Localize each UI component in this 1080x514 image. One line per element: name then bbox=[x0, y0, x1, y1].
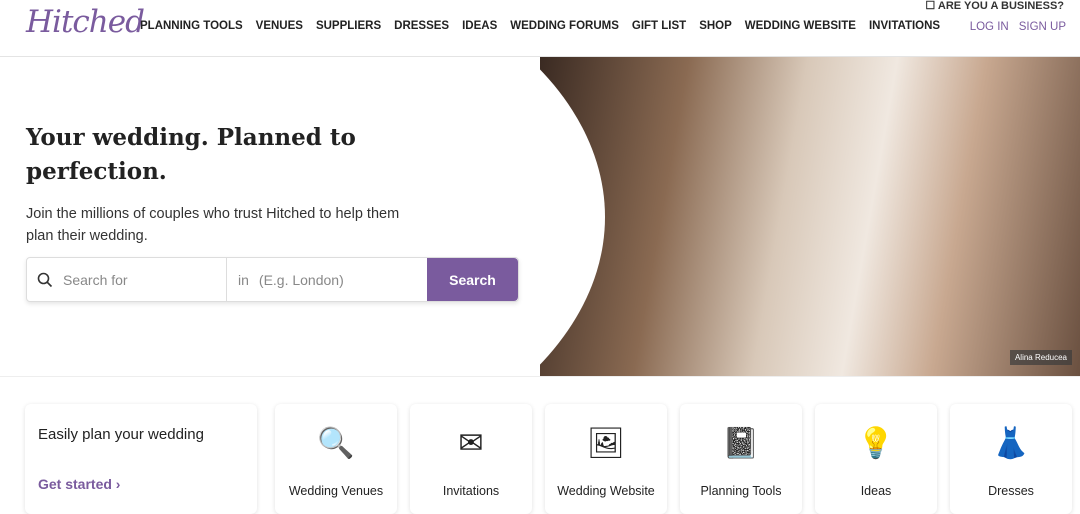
plan-title: Easily plan your wedding bbox=[38, 426, 204, 443]
card-label: Dresses bbox=[988, 484, 1034, 498]
location-prefix: in bbox=[238, 271, 249, 288]
business-link[interactable]: ☐ ARE YOU A BUSINESS? bbox=[925, 0, 1064, 12]
location-placeholder: (E.g. London) bbox=[258, 271, 344, 288]
card-label: Wedding Venues bbox=[288, 484, 384, 498]
magnifier-icon: 🔍 bbox=[317, 427, 355, 460]
card-label: Ideas bbox=[860, 484, 892, 498]
search-placeholder: Search for bbox=[63, 271, 128, 288]
login-link[interactable]: LOG IN bbox=[970, 21, 1009, 33]
search-icon bbox=[37, 272, 53, 287]
nav-shop[interactable]: SHOP bbox=[699, 20, 732, 32]
card-dresses[interactable]: 👗 Dresses bbox=[950, 404, 1072, 514]
category-cards: Easily plan your wedding Get started › 🔍… bbox=[25, 404, 1072, 514]
nav-wedding-website[interactable]: WEDDING WEBSITE bbox=[745, 20, 856, 32]
lightbulb-icon: 💡 bbox=[857, 427, 895, 460]
notebook-icon: 📓 bbox=[722, 427, 760, 460]
nav-gift-list[interactable]: GIFT LIST bbox=[632, 20, 686, 32]
card-wedding-website[interactable]: 🖼 Wedding Website bbox=[545, 404, 667, 514]
nav-venues[interactable]: VENUES bbox=[256, 20, 303, 32]
card-label: Invitations bbox=[442, 484, 500, 498]
hero-title: Your wedding. Planned to perfection. bbox=[26, 124, 356, 185]
photo-credit: Alina Reducea bbox=[1009, 350, 1072, 365]
card-invitations[interactable]: ✉ Invitations bbox=[410, 404, 532, 514]
nav-suppliers[interactable]: SUPPLIERS bbox=[316, 20, 381, 32]
card-planning-tools[interactable]: 📓 Planning Tools bbox=[680, 404, 802, 514]
nav-wedding-forums[interactable]: WEDDING FORUMS bbox=[510, 20, 619, 32]
search-bar: Search for in (E.g. London) Search bbox=[26, 257, 519, 302]
plan-card[interactable]: Easily plan your wedding Get started › bbox=[25, 404, 257, 514]
nav-ideas[interactable]: IDEAS bbox=[462, 20, 497, 32]
hero: Alina Reducea Your wedding. Planned to p… bbox=[0, 57, 1080, 377]
website-icon: 🖼 bbox=[586, 427, 626, 460]
hero-subtitle: Join the millions of couples who trust H… bbox=[26, 206, 400, 244]
card-ideas[interactable]: 💡 Ideas bbox=[815, 404, 937, 514]
card-wedding-venues[interactable]: 🔍 Wedding Venues bbox=[275, 404, 397, 514]
hero-photo: Alina Reducea bbox=[540, 57, 1080, 376]
nav-planning-tools[interactable]: PLANNING TOOLS bbox=[140, 20, 243, 32]
logo[interactable]: Hitched bbox=[26, 4, 145, 40]
signup-link[interactable]: SIGN UP bbox=[1019, 21, 1066, 33]
main-nav: PLANNING TOOLS VENUES SUPPLIERS DRESSES … bbox=[140, 20, 940, 32]
envelope-icon: ✉ bbox=[458, 427, 484, 460]
card-label: Wedding Website bbox=[557, 484, 655, 498]
dress-icon: 👗 bbox=[992, 427, 1030, 460]
search-button[interactable]: Search bbox=[427, 258, 518, 301]
search-input[interactable]: Search for bbox=[27, 258, 227, 301]
nav-invitations[interactable]: INVITATIONS bbox=[869, 20, 940, 32]
card-label: Planning Tools bbox=[700, 484, 782, 498]
location-input[interactable]: in (E.g. London) bbox=[227, 258, 427, 301]
get-started-link[interactable]: Get started › bbox=[38, 476, 120, 492]
header: Hitched PLANNING TOOLS VENUES SUPPLIERS … bbox=[0, 0, 1080, 57]
nav-dresses[interactable]: DRESSES bbox=[394, 20, 449, 32]
